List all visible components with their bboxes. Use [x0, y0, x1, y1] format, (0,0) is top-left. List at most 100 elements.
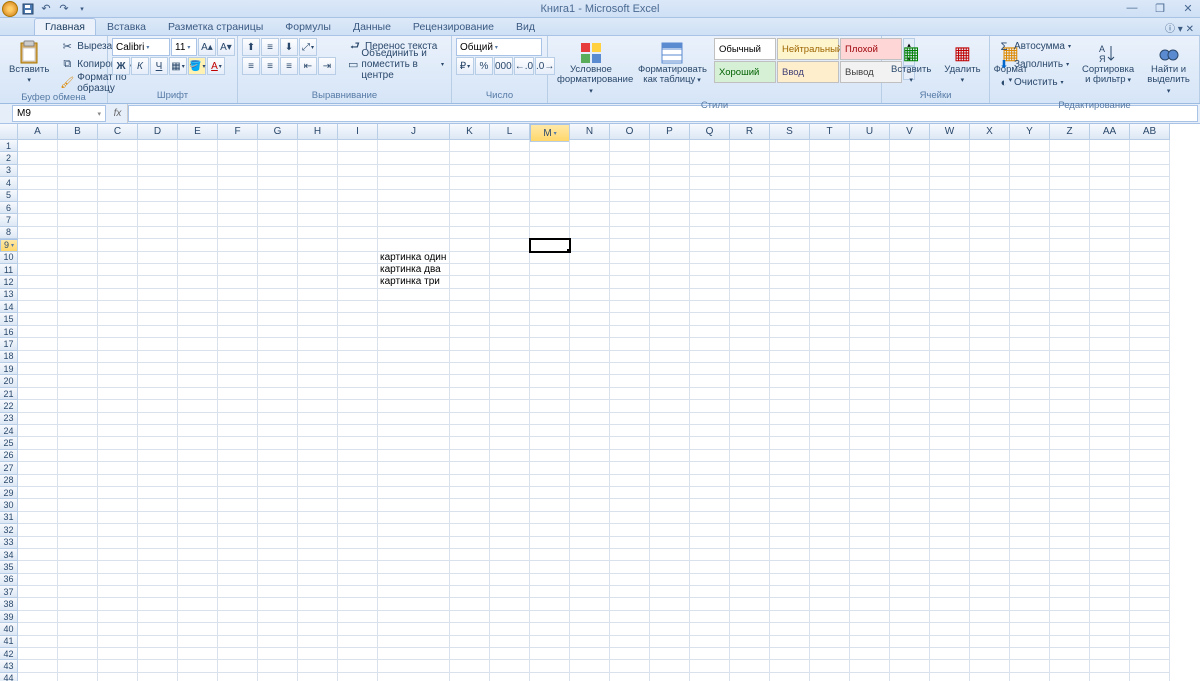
- cell[interactable]: [890, 660, 930, 672]
- cell[interactable]: [570, 673, 610, 681]
- cell[interactable]: [610, 598, 650, 610]
- cell[interactable]: [570, 462, 610, 474]
- cell[interactable]: [1090, 673, 1130, 681]
- cell[interactable]: [610, 140, 650, 152]
- cell[interactable]: [570, 475, 610, 487]
- cell[interactable]: [730, 648, 770, 660]
- cell[interactable]: [1090, 252, 1130, 264]
- cell[interactable]: [610, 561, 650, 573]
- cell[interactable]: [98, 450, 138, 462]
- cell[interactable]: [98, 512, 138, 524]
- cell[interactable]: [450, 301, 490, 313]
- cell[interactable]: [1130, 190, 1170, 202]
- cell[interactable]: [650, 301, 690, 313]
- cell[interactable]: [1090, 475, 1130, 487]
- cell[interactable]: [1090, 264, 1130, 276]
- cell[interactable]: [810, 425, 850, 437]
- cell[interactable]: [178, 487, 218, 499]
- cell[interactable]: [1130, 239, 1170, 251]
- cell[interactable]: [178, 252, 218, 264]
- cell[interactable]: [1130, 475, 1170, 487]
- cell[interactable]: [258, 152, 298, 164]
- cell[interactable]: [1010, 413, 1050, 425]
- cell[interactable]: [218, 214, 258, 226]
- cell[interactable]: [378, 326, 450, 338]
- cell[interactable]: [610, 252, 650, 264]
- cell[interactable]: [530, 351, 570, 363]
- cell[interactable]: [258, 239, 298, 251]
- cell[interactable]: [18, 313, 58, 325]
- cell[interactable]: [770, 252, 810, 264]
- close-button[interactable]: ✕: [1178, 2, 1198, 15]
- cell[interactable]: [58, 276, 98, 288]
- cell[interactable]: [218, 574, 258, 586]
- cell[interactable]: [570, 177, 610, 189]
- cell[interactable]: [1010, 648, 1050, 660]
- cell[interactable]: [58, 611, 98, 623]
- cell[interactable]: [970, 375, 1010, 387]
- cell[interactable]: [1090, 660, 1130, 672]
- cell[interactable]: [450, 289, 490, 301]
- cell[interactable]: [298, 264, 338, 276]
- cell[interactable]: [450, 425, 490, 437]
- cell[interactable]: [218, 177, 258, 189]
- cell[interactable]: [490, 574, 530, 586]
- cell[interactable]: [58, 202, 98, 214]
- cell[interactable]: [690, 264, 730, 276]
- cell[interactable]: [490, 388, 530, 400]
- cell[interactable]: [690, 165, 730, 177]
- cell[interactable]: [810, 673, 850, 681]
- cell[interactable]: [610, 227, 650, 239]
- cell[interactable]: [890, 276, 930, 288]
- cell[interactable]: [1130, 313, 1170, 325]
- cell[interactable]: [258, 363, 298, 375]
- cell[interactable]: [138, 400, 178, 412]
- cell[interactable]: [178, 363, 218, 375]
- cell[interactable]: [258, 512, 298, 524]
- column-header[interactable]: X: [970, 124, 1010, 140]
- cell[interactable]: [930, 338, 970, 350]
- cell[interactable]: [570, 487, 610, 499]
- cell[interactable]: [930, 301, 970, 313]
- cell[interactable]: [138, 301, 178, 313]
- cell[interactable]: [98, 177, 138, 189]
- sort-filter-button[interactable]: АЯСортировка и фильтр: [1077, 38, 1139, 89]
- cell[interactable]: [258, 190, 298, 202]
- cell[interactable]: [58, 400, 98, 412]
- cell[interactable]: [298, 499, 338, 511]
- cell[interactable]: [730, 413, 770, 425]
- cell[interactable]: [770, 512, 810, 524]
- cell[interactable]: [530, 214, 570, 226]
- cell[interactable]: [1090, 363, 1130, 375]
- cell[interactable]: [298, 437, 338, 449]
- cell[interactable]: [690, 140, 730, 152]
- cell[interactable]: [1010, 524, 1050, 536]
- cell[interactable]: [930, 388, 970, 400]
- cell[interactable]: [850, 462, 890, 474]
- cell[interactable]: [450, 598, 490, 610]
- cell[interactable]: [1090, 301, 1130, 313]
- cell[interactable]: [218, 561, 258, 573]
- cell[interactable]: [610, 487, 650, 499]
- cell[interactable]: [98, 400, 138, 412]
- cell[interactable]: [178, 140, 218, 152]
- cell[interactable]: [930, 586, 970, 598]
- cell[interactable]: [338, 375, 378, 387]
- column-header[interactable]: B: [58, 124, 98, 140]
- cell[interactable]: [690, 326, 730, 338]
- cell[interactable]: [298, 214, 338, 226]
- cell[interactable]: [1130, 301, 1170, 313]
- cell[interactable]: [570, 252, 610, 264]
- cell[interactable]: [810, 313, 850, 325]
- cell[interactable]: [570, 140, 610, 152]
- column-header[interactable]: I: [338, 124, 378, 140]
- cell[interactable]: [1010, 152, 1050, 164]
- cell[interactable]: [258, 276, 298, 288]
- cell[interactable]: [258, 561, 298, 573]
- cell[interactable]: [810, 487, 850, 499]
- cell[interactable]: [1050, 586, 1090, 598]
- cell[interactable]: [1130, 586, 1170, 598]
- cell[interactable]: [530, 313, 570, 325]
- cell[interactable]: [610, 673, 650, 681]
- cell[interactable]: [690, 648, 730, 660]
